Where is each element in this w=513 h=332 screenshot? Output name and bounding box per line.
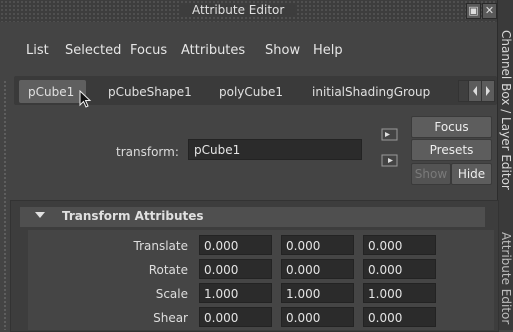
scale-y-field[interactable]: 1.000 (281, 283, 354, 303)
node-type-label: transform: (116, 145, 179, 159)
menu-focus[interactable]: Focus (130, 43, 167, 58)
select-output-icon[interactable] (381, 153, 399, 169)
rotate-label: Rotate (148, 263, 188, 277)
tab-attribute-editor[interactable]: Attribute Editor (499, 232, 513, 324)
tab-pcube1[interactable]: pCube1 (24, 82, 78, 103)
tab-channel-box[interactable]: Channel Box / Layer Editor (499, 30, 513, 190)
rotate-y-field[interactable]: 0.000 (281, 259, 354, 279)
tab-polycube1[interactable]: polyCube1 (215, 82, 287, 103)
shear-yz-field[interactable]: 0.000 (363, 307, 436, 327)
rotate-z-field[interactable]: 0.000 (363, 259, 436, 279)
select-input-icon[interactable] (381, 127, 399, 143)
shear-xy-field[interactable]: 0.000 (199, 307, 272, 327)
scale-label: Scale (155, 287, 188, 301)
tab-pcubeshape1[interactable]: pCubeShape1 (104, 82, 196, 103)
hide-button[interactable]: Hide (451, 163, 492, 185)
menu-show[interactable]: Show (265, 43, 300, 58)
shear-xz-field[interactable]: 0.000 (281, 307, 354, 327)
close-icon[interactable]: ✕ (482, 3, 497, 19)
menu-attributes[interactable]: Attributes (181, 43, 245, 58)
mouse-cursor-icon (79, 90, 92, 108)
section-title: Transform Attributes (62, 209, 204, 223)
node-name-field[interactable] (188, 139, 362, 160)
translate-x-field[interactable]: 0.000 (199, 235, 272, 255)
show-button[interactable]: Show (411, 163, 451, 185)
tab-scroll-right-icon[interactable] (481, 80, 495, 102)
float-window-icon[interactable]: ▣ (466, 3, 481, 19)
shear-label: Shear (153, 311, 188, 325)
panel-resize-handle[interactable] (3, 80, 7, 330)
rotate-x-field[interactable]: 0.000 (199, 259, 272, 279)
scale-x-field[interactable]: 1.000 (199, 283, 272, 303)
translate-z-field[interactable]: 0.000 (363, 235, 436, 255)
window-title: Attribute Editor (180, 3, 297, 17)
menu-help[interactable]: Help (313, 43, 343, 58)
collapse-triangle-icon[interactable] (35, 212, 45, 218)
focus-button[interactable]: Focus (411, 116, 492, 138)
tab-scroll-left-icon[interactable] (468, 80, 482, 102)
translate-label: Translate (133, 239, 189, 253)
menu-selected[interactable]: Selected (65, 43, 121, 58)
scale-z-field[interactable]: 1.000 (363, 283, 436, 303)
menu-list[interactable]: List (26, 43, 49, 58)
translate-y-field[interactable]: 0.000 (281, 235, 354, 255)
presets-button[interactable]: Presets (411, 139, 492, 161)
tab-initialshadinggroup[interactable]: initialShadingGroup (308, 82, 434, 103)
